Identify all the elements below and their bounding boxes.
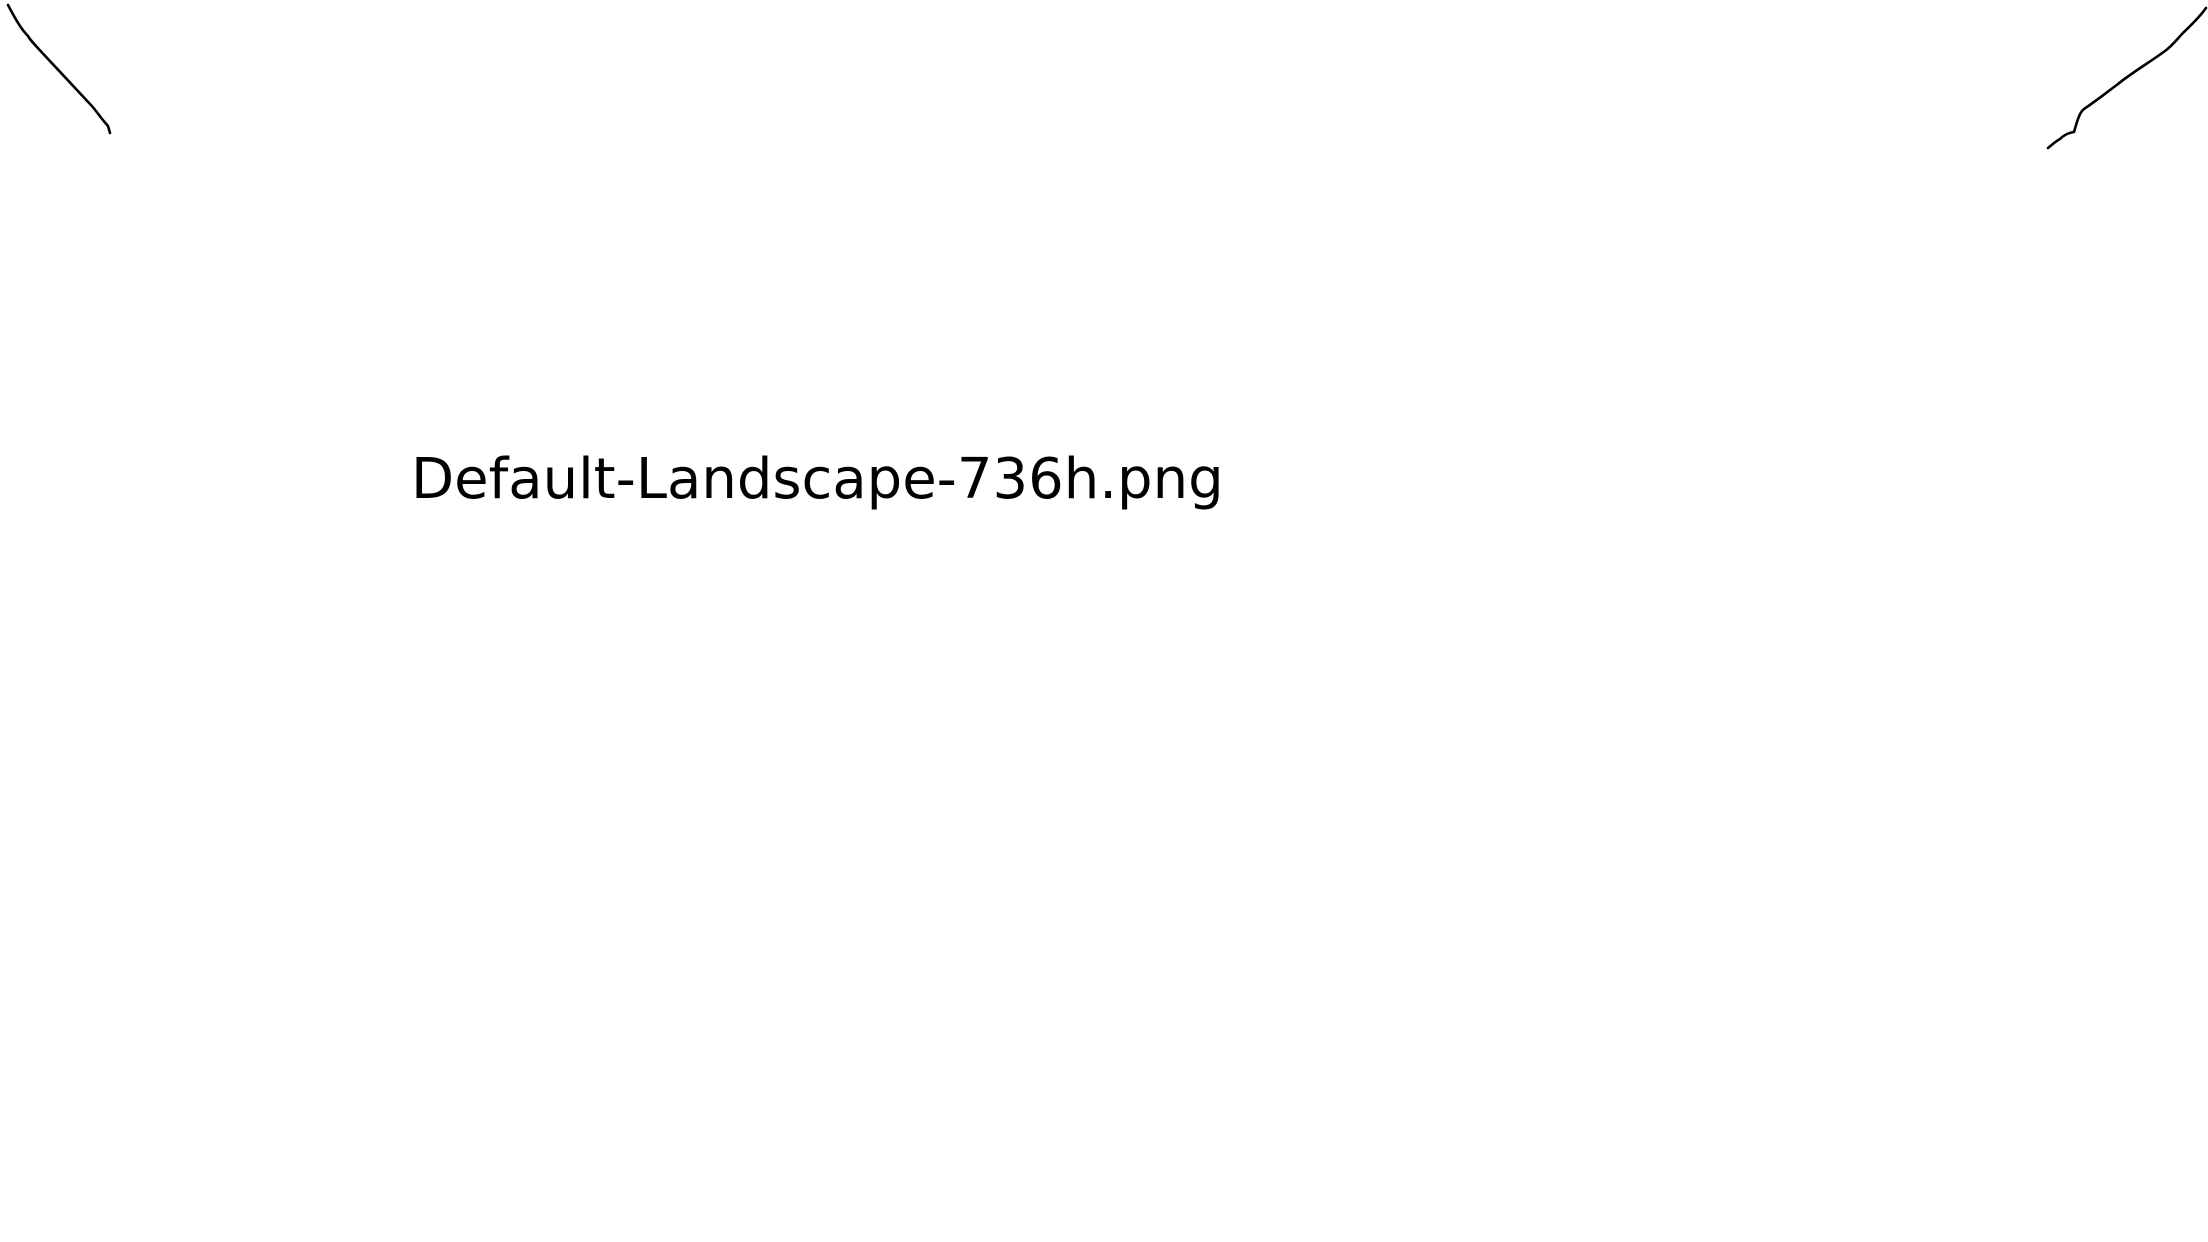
- corner-strokes: [6, 3, 2208, 150]
- top-right-stroke: [2046, 6, 2208, 150]
- canvas: Default-Landscape-736h.png: [0, 0, 2208, 1242]
- filename-label: Default-Landscape-736h.png: [411, 447, 1224, 512]
- top-left-stroke: [6, 3, 112, 135]
